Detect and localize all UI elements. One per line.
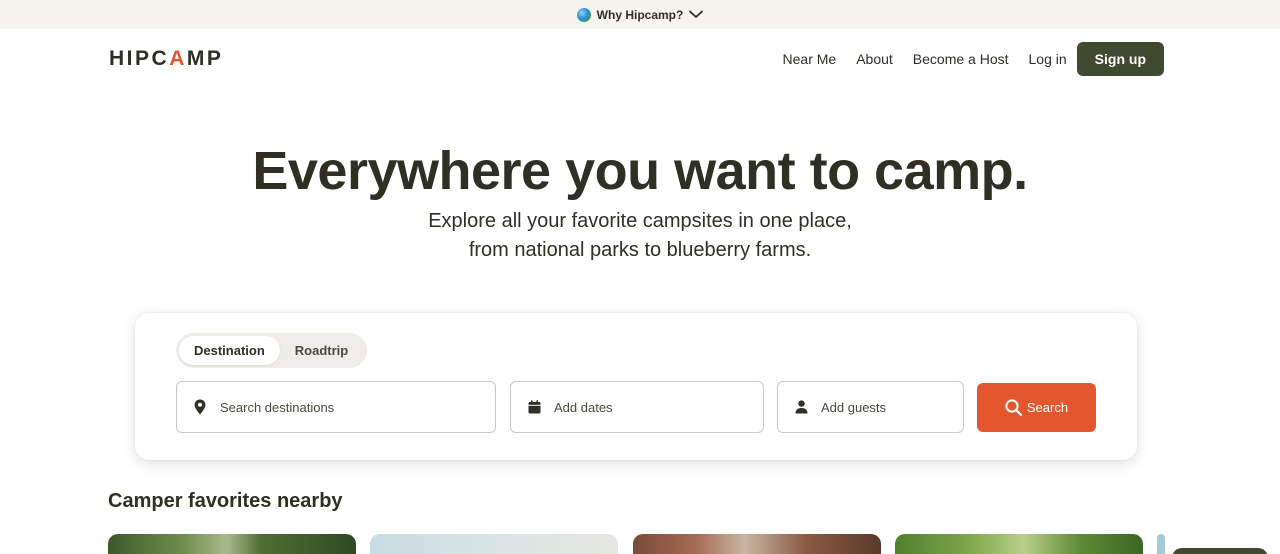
- signup-button[interactable]: Sign up: [1076, 42, 1164, 76]
- help-chat-button[interactable]: [1172, 548, 1268, 554]
- search-icon: [1005, 399, 1022, 416]
- destination-search-input[interactable]: Search destinations: [176, 381, 496, 433]
- logo-text-start: HIPC: [109, 47, 170, 70]
- calendar-icon: [526, 400, 542, 414]
- map-pin-icon: [192, 399, 208, 415]
- site-header: HIPC A MP Near Me About Become a Host Log …: [0, 29, 1280, 89]
- campsite-card-image[interactable]: [633, 534, 881, 554]
- logo-text-end: MP: [186, 47, 224, 70]
- campsite-card-image[interactable]: [370, 534, 618, 554]
- campsite-card-image[interactable]: [895, 534, 1143, 554]
- dates-input[interactable]: Add dates: [510, 381, 764, 433]
- hero-subtitle-line-1: Explore all your favorite campsites in o…: [428, 210, 852, 232]
- why-hipcamp-banner[interactable]: Why Hipcamp?: [0, 0, 1280, 29]
- campsite-card-image[interactable]: [1157, 534, 1165, 554]
- dates-placeholder: Add dates: [554, 399, 613, 415]
- nav-about[interactable]: About: [856, 51, 893, 67]
- nav-become-host[interactable]: Become a Host: [913, 51, 1009, 67]
- hero-title: Everywhere you want to camp.: [252, 141, 1028, 201]
- search-mode-toggle: Destination Roadtrip: [176, 333, 367, 368]
- campsite-card-image[interactable]: [108, 534, 356, 554]
- main-nav: Near Me About Become a Host Log in Sign …: [763, 42, 1164, 76]
- why-hipcamp-label: Why Hipcamp?: [596, 7, 684, 22]
- search-card: Destination Roadtrip Search destinations…: [135, 313, 1137, 460]
- guests-placeholder: Add guests: [821, 399, 887, 415]
- nav-login[interactable]: Log in: [1029, 51, 1067, 67]
- nav-near-me[interactable]: Near Me: [783, 51, 837, 67]
- logo-text-accent: A: [169, 47, 187, 70]
- search-button[interactable]: Search: [977, 383, 1096, 432]
- camper-favorites-title: Camper favorites nearby: [108, 490, 343, 512]
- globe-icon: [576, 7, 591, 22]
- search-button-label: Search: [1026, 400, 1069, 415]
- hipcamp-logo[interactable]: HIPC A MP: [109, 47, 223, 71]
- tab-roadtrip[interactable]: Roadtrip: [280, 336, 363, 365]
- person-icon: [793, 400, 809, 414]
- tab-destination[interactable]: Destination: [179, 336, 280, 365]
- destination-placeholder: Search destinations: [220, 399, 335, 415]
- hero-subtitle-line-2: from national parks to blueberry farms.: [468, 239, 812, 261]
- hero-subtitle: Explore all your favorite campsites in o…: [0, 207, 1280, 265]
- chevron-down-icon: [689, 10, 704, 19]
- guests-input[interactable]: Add guests: [777, 381, 964, 433]
